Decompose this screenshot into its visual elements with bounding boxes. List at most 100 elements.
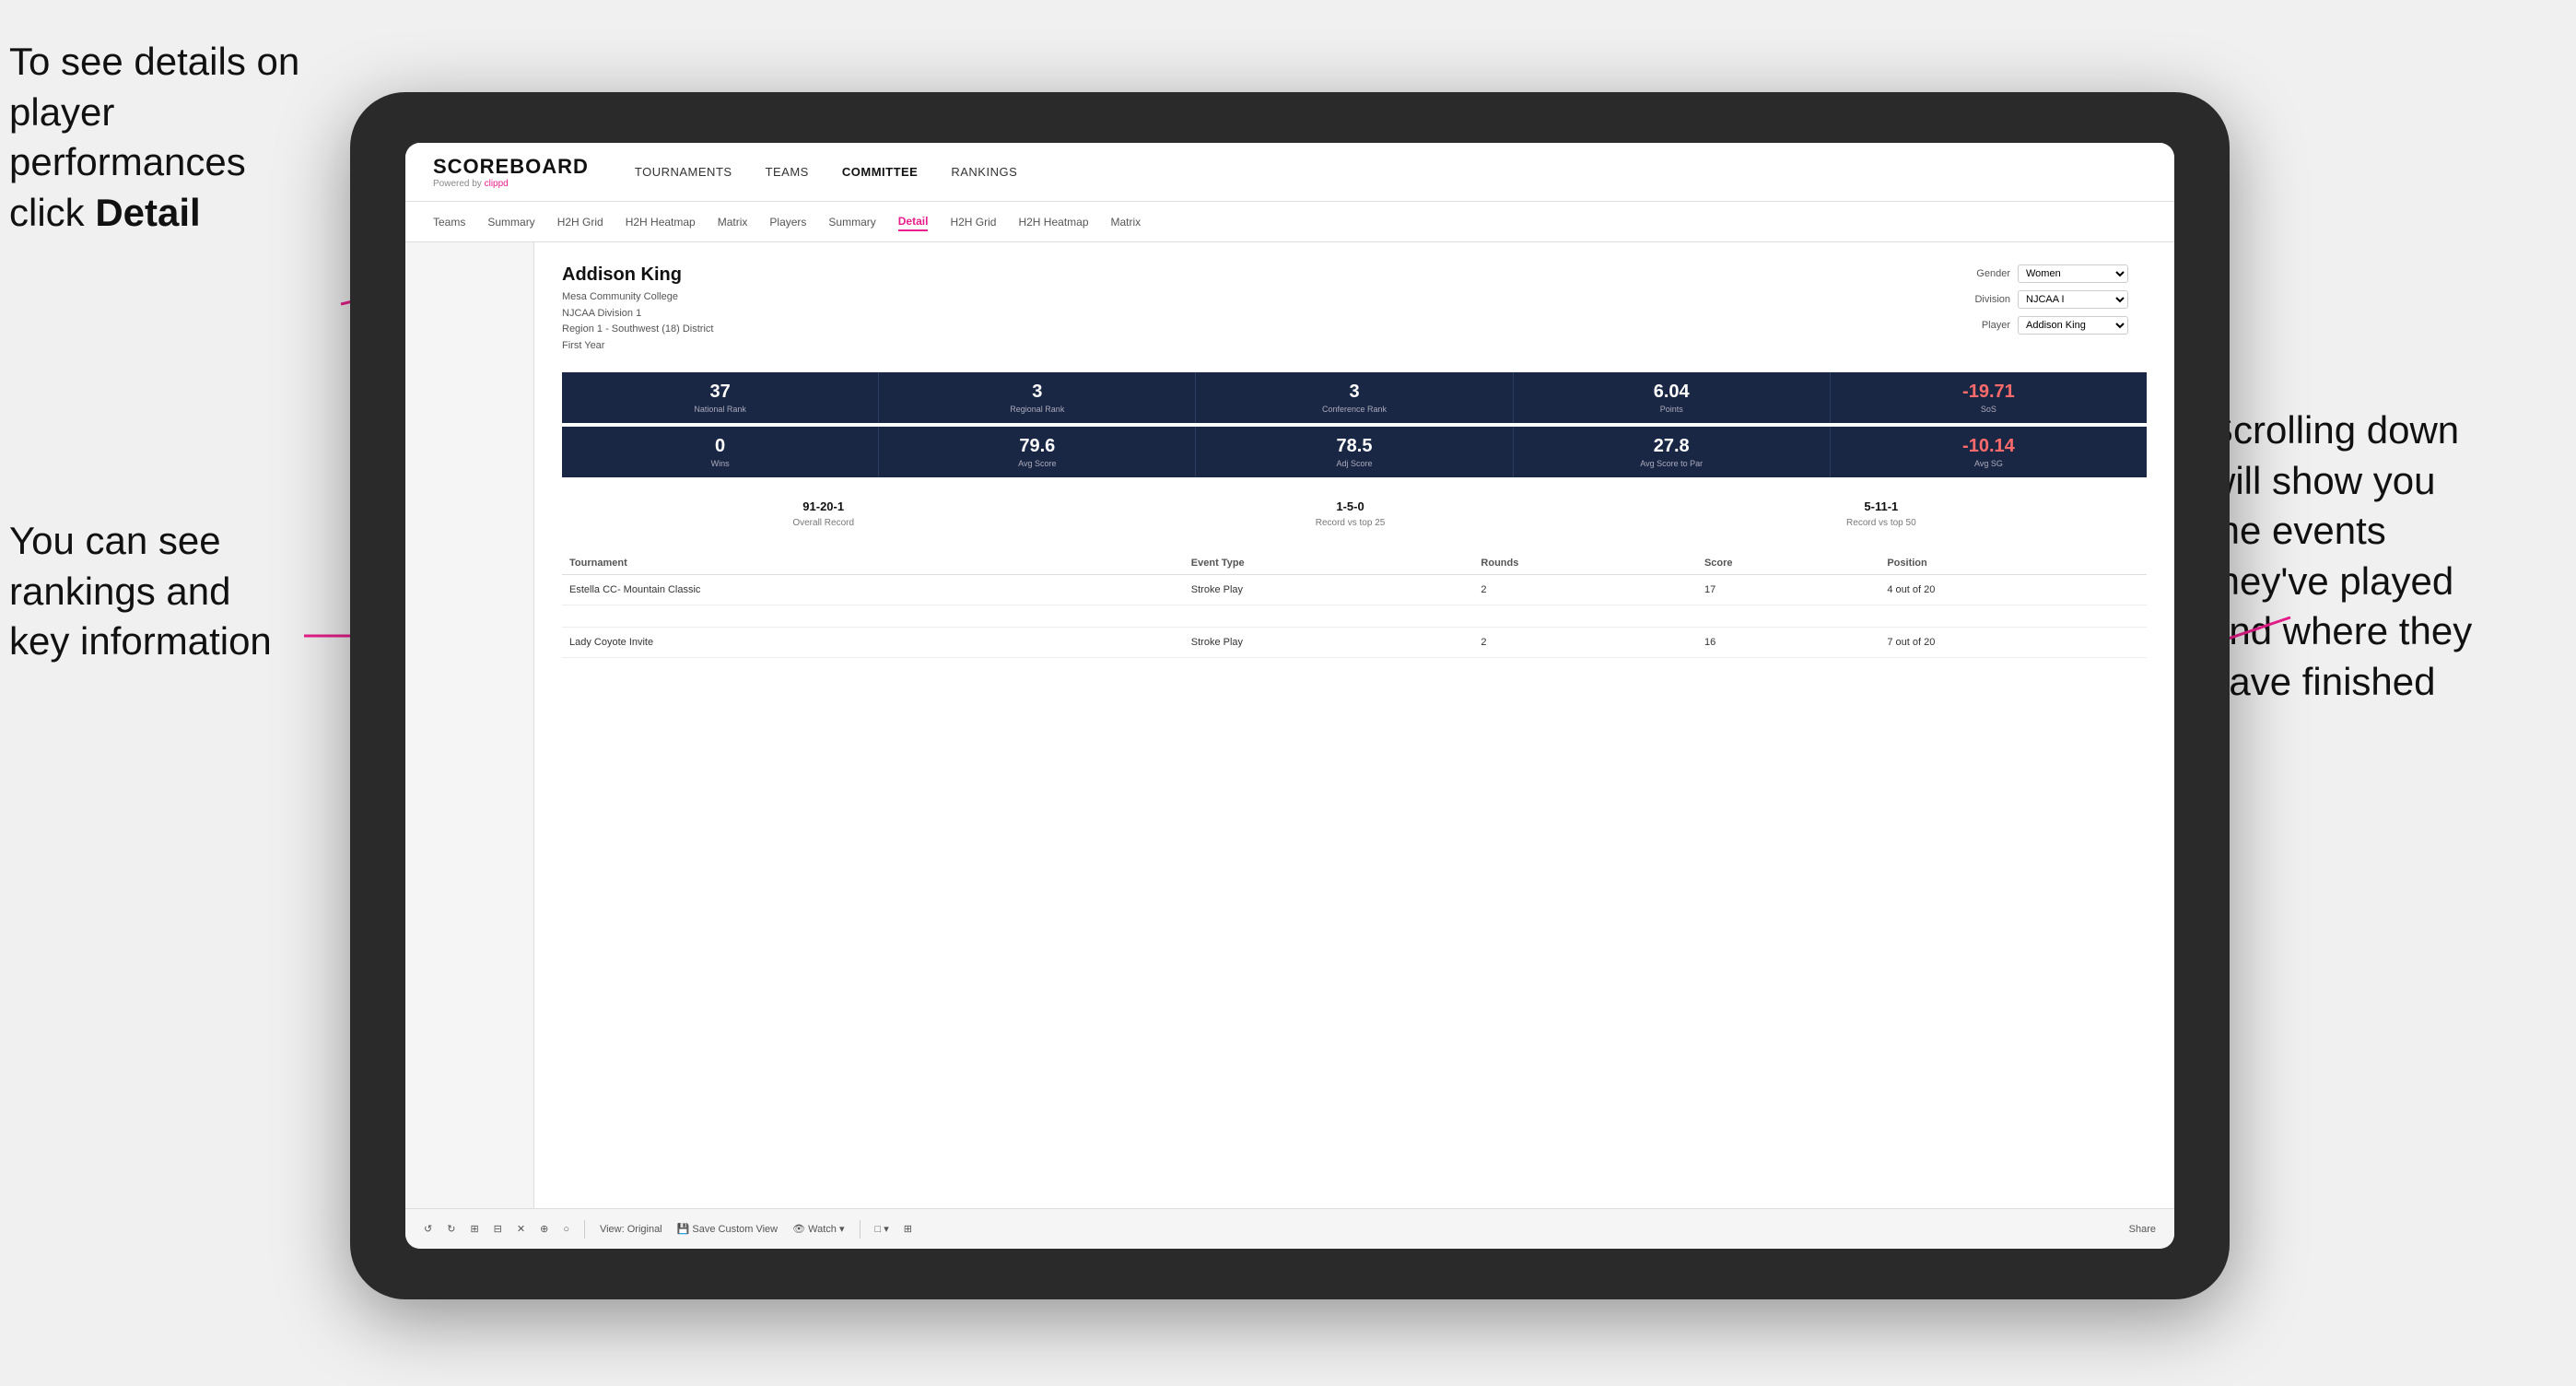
- tab-detail[interactable]: Detail: [898, 213, 929, 231]
- table-row: Lady Coyote Invite Stroke Play 2 16 7 ou…: [562, 628, 2147, 658]
- tab-h2h-grid[interactable]: H2H Grid: [557, 214, 603, 230]
- gender-label: Gender: [1962, 268, 2010, 279]
- toolbar-save-view[interactable]: 💾 Save Custom View: [677, 1223, 778, 1235]
- player-label: Player: [1962, 320, 2010, 331]
- stat-avg-sg: -10.14 Avg SG: [1831, 427, 2147, 477]
- stat-national-rank: 37 National Rank: [562, 372, 879, 423]
- top25-record-label: Record vs top 25: [1316, 518, 1386, 528]
- toolbar-grid3[interactable]: ⊞: [904, 1223, 912, 1235]
- division-select[interactable]: NJCAA I: [2018, 290, 2128, 309]
- stat-sos: -19.71 SoS: [1831, 372, 2147, 423]
- top-nav: SCOREBOARD Powered by clippd TOURNAMENTS…: [405, 143, 2174, 202]
- avg-score-par-label: Avg Score to Par: [1525, 459, 1819, 468]
- player-region: Region 1 - Southwest (18) District: [562, 322, 713, 338]
- player-select[interactable]: Addison King: [2018, 316, 2128, 335]
- nav-committee[interactable]: COMMITTEE: [842, 165, 919, 179]
- wins-value: 0: [573, 436, 867, 457]
- stat-wins: 0 Wins: [562, 427, 879, 477]
- stat-avg-score-par: 27.8 Avg Score to Par: [1514, 427, 1831, 477]
- points-label: Points: [1525, 405, 1819, 414]
- regional-rank-label: Regional Rank: [890, 405, 1184, 414]
- tab-h2h-heatmap2[interactable]: H2H Heatmap: [1018, 214, 1088, 230]
- player-filters: Gender Women Division NJCAA I: [1962, 264, 2147, 354]
- logo-area: SCOREBOARD Powered by clippd: [433, 155, 589, 189]
- national-rank-value: 37: [573, 382, 867, 403]
- toolbar-add[interactable]: ⊕: [540, 1223, 548, 1235]
- toolbar-view-original[interactable]: View: Original: [600, 1224, 662, 1235]
- stat-avg-score: 79.6 Avg Score: [879, 427, 1196, 477]
- player-filter: Player Addison King: [1962, 316, 2147, 335]
- gender-select[interactable]: Women: [2018, 264, 2128, 283]
- stats-row-2: 0 Wins 79.6 Avg Score 78.5 Adj Score 27.…: [562, 427, 2147, 477]
- detail-panel: Addison King Mesa Community College NJCA…: [534, 242, 2174, 1208]
- tab-teams[interactable]: Teams: [433, 214, 465, 230]
- record-overall: 91-20-1 Overall Record: [792, 499, 854, 530]
- position: 4 out of 20: [1879, 575, 2147, 605]
- toolbar-redo[interactable]: ↻: [447, 1223, 455, 1235]
- sub-nav: Teams Summary H2H Grid H2H Heatmap Matri…: [405, 202, 2174, 242]
- nav-rankings[interactable]: RANKINGS: [951, 165, 1017, 179]
- toolbar-grid2[interactable]: ⊟: [494, 1223, 502, 1235]
- record-top25: 1-5-0 Record vs top 25: [1316, 499, 1386, 530]
- tab-matrix[interactable]: Matrix: [718, 214, 748, 230]
- toolbar-watch[interactable]: 👁 Watch ▾: [792, 1223, 844, 1235]
- tab-h2h-heatmap[interactable]: H2H Heatmap: [626, 214, 696, 230]
- top50-record-value: 5-11-1: [1846, 499, 1916, 513]
- toolbar-screen[interactable]: □ ▾: [875, 1223, 889, 1235]
- player-name: Addison King: [562, 264, 713, 286]
- tab-matrix2[interactable]: Matrix: [1111, 214, 1142, 230]
- position: 7 out of 20: [1879, 628, 2147, 658]
- nav-tournaments[interactable]: TOURNAMENTS: [635, 165, 732, 179]
- col-tournament: Tournament: [562, 552, 1184, 575]
- adj-score-value: 78.5: [1207, 436, 1501, 457]
- tablet-screen: SCOREBOARD Powered by clippd TOURNAMENTS…: [405, 143, 2174, 1249]
- toolbar-close[interactable]: ✕: [517, 1223, 525, 1235]
- tab-summary2[interactable]: Summary: [828, 214, 875, 230]
- toolbar-share[interactable]: Share: [2129, 1224, 2156, 1235]
- rounds: 2: [1473, 575, 1697, 605]
- sos-label: SoS: [1842, 405, 2136, 414]
- toolbar-circle[interactable]: ○: [563, 1224, 569, 1235]
- logo-subtitle: Powered by clippd: [433, 179, 589, 189]
- player-division: NJCAA Division 1: [562, 306, 713, 323]
- player-header: Addison King Mesa Community College NJCA…: [562, 264, 2147, 354]
- col-event-type: Event Type: [1184, 552, 1474, 575]
- avg-sg-value: -10.14: [1842, 436, 2136, 457]
- tab-players[interactable]: Players: [769, 214, 806, 230]
- stat-points: 6.04 Points: [1514, 372, 1831, 423]
- conference-rank-value: 3: [1207, 382, 1501, 403]
- annotation-top-left: To see details on player performances cl…: [9, 37, 322, 238]
- records-row: 91-20-1 Overall Record 1-5-0 Record vs t…: [562, 492, 2147, 537]
- top25-record-value: 1-5-0: [1316, 499, 1386, 513]
- toolbar-undo[interactable]: ↺: [424, 1223, 432, 1235]
- overall-record-label: Overall Record: [792, 518, 854, 528]
- score: 16: [1697, 628, 1879, 658]
- stats-row-1: 37 National Rank 3 Regional Rank 3 Confe…: [562, 372, 2147, 423]
- conference-rank-label: Conference Rank: [1207, 405, 1501, 414]
- tournament-table: Tournament Event Type Rounds Score Posit…: [562, 552, 2147, 658]
- avg-score-value: 79.6: [890, 436, 1184, 457]
- tablet-device: SCOREBOARD Powered by clippd TOURNAMENTS…: [350, 92, 2230, 1299]
- left-sidebar: [405, 242, 534, 1208]
- col-score: Score: [1697, 552, 1879, 575]
- toolbar-grid1[interactable]: ⊞: [470, 1223, 478, 1235]
- nav-teams[interactable]: TEAMS: [766, 165, 809, 179]
- rounds: 2: [1473, 628, 1697, 658]
- toolbar-divider: [584, 1220, 585, 1239]
- tab-summary[interactable]: Summary: [487, 214, 534, 230]
- record-top50: 5-11-1 Record vs top 50: [1846, 499, 1916, 530]
- points-value: 6.04: [1525, 382, 1819, 403]
- col-position: Position: [1879, 552, 2147, 575]
- table-row-empty: [562, 605, 2147, 628]
- player-year: First Year: [562, 338, 713, 355]
- national-rank-label: National Rank: [573, 405, 867, 414]
- col-rounds: Rounds: [1473, 552, 1697, 575]
- logo: SCOREBOARD: [433, 155, 589, 179]
- stat-conference-rank: 3 Conference Rank: [1196, 372, 1513, 423]
- avg-score-par-value: 27.8: [1525, 436, 1819, 457]
- tab-h2h-grid2[interactable]: H2H Grid: [950, 214, 996, 230]
- stat-regional-rank: 3 Regional Rank: [879, 372, 1196, 423]
- annotation-bottom-left: You can see rankings and key information: [9, 516, 304, 667]
- event-type: Stroke Play: [1184, 628, 1474, 658]
- overall-record-value: 91-20-1: [792, 499, 854, 513]
